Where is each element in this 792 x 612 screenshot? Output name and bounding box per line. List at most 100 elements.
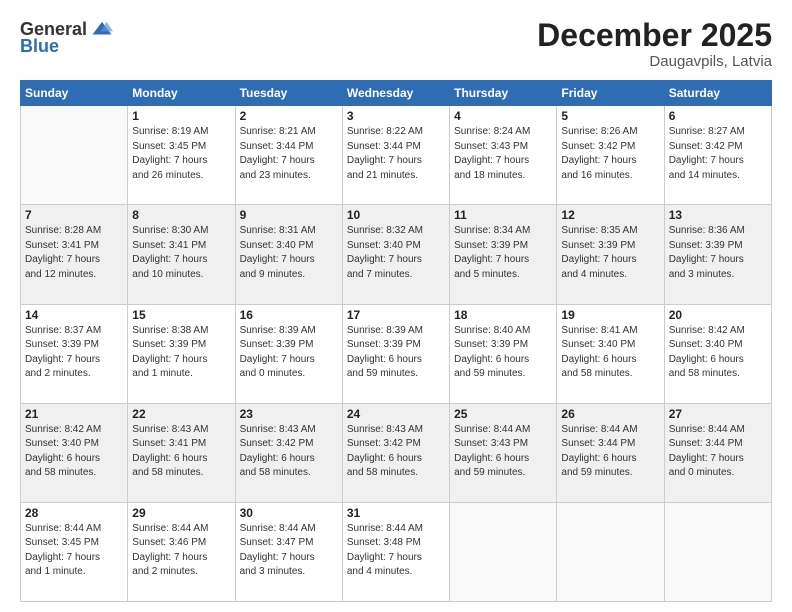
table-row: 23 Sunrise: 8:43 AMSunset: 3:42 PMDayligh… (235, 403, 342, 502)
col-thursday: Thursday (450, 81, 557, 106)
table-row (21, 106, 128, 205)
day-info: Sunrise: 8:27 AMSunset: 3:42 PMDaylight:… (669, 125, 767, 183)
table-row: 16 Sunrise: 8:39 AMSunset: 3:39 PMDayligh… (235, 304, 342, 403)
day-number: 25 (454, 407, 552, 421)
table-row (664, 502, 771, 601)
header: General Blue December 2025 Daugavpils, L… (20, 18, 772, 70)
col-sunday: Sunday (21, 81, 128, 106)
calendar-week-row: 7 Sunrise: 8:28 AMSunset: 3:41 PMDaylight… (21, 205, 772, 304)
calendar-week-row: 1Sunrise: 8:19 AMSunset: 3:45 PMDaylight… (21, 106, 772, 205)
day-number: 8 (132, 208, 230, 222)
day-number: 9 (240, 208, 338, 222)
table-row: 29 Sunrise: 8:44 AMSunset: 3:46 PMDayligh… (128, 502, 235, 601)
table-row: 21 Sunrise: 8:42 AMSunset: 3:40 PMDayligh… (21, 403, 128, 502)
day-info: Sunrise: 8:44 AMSunset: 3:44 PMDaylight:… (669, 423, 767, 481)
table-row: 17 Sunrise: 8:39 AMSunset: 3:39 PMDayligh… (342, 304, 449, 403)
day-info: Sunrise: 8:42 AMSunset: 3:40 PMDaylight:… (669, 324, 767, 382)
day-number: 16 (240, 308, 338, 322)
col-tuesday: Tuesday (235, 81, 342, 106)
day-number: 14 (25, 308, 123, 322)
table-row: 4 Sunrise: 8:24 AMSunset: 3:43 PMDaylight… (450, 106, 557, 205)
day-info: Sunrise: 8:34 AMSunset: 3:39 PMDaylight:… (454, 224, 552, 282)
day-info: Sunrise: 8:43 AMSunset: 3:42 PMDaylight:… (240, 423, 338, 481)
table-row: 7 Sunrise: 8:28 AMSunset: 3:41 PMDaylight… (21, 205, 128, 304)
calendar-week-row: 14 Sunrise: 8:37 AMSunset: 3:39 PMDayligh… (21, 304, 772, 403)
calendar-header-row: Sunday Monday Tuesday Wednesday Thursday… (21, 81, 772, 106)
table-row: 8Sunrise: 8:30 AMSunset: 3:41 PMDaylight… (128, 205, 235, 304)
table-row: 1Sunrise: 8:19 AMSunset: 3:45 PMDaylight… (128, 106, 235, 205)
day-number: 15 (132, 308, 230, 322)
day-info: Sunrise: 8:44 AMSunset: 3:47 PMDaylight:… (240, 522, 338, 580)
table-row: 31 Sunrise: 8:44 AMSunset: 3:48 PMDayligh… (342, 502, 449, 601)
day-number: 21 (25, 407, 123, 421)
day-number: 22 (132, 407, 230, 421)
day-info: Sunrise: 8:42 AMSunset: 3:40 PMDaylight:… (25, 423, 123, 481)
day-number: 13 (669, 208, 767, 222)
table-row: 13 Sunrise: 8:36 AMSunset: 3:39 PMDayligh… (664, 205, 771, 304)
day-info: Sunrise: 8:43 AMSunset: 3:42 PMDaylight:… (347, 423, 445, 481)
table-row: 20 Sunrise: 8:42 AMSunset: 3:40 PMDayligh… (664, 304, 771, 403)
day-number: 29 (132, 506, 230, 520)
day-number: 11 (454, 208, 552, 222)
day-info: Sunrise: 8:35 AMSunset: 3:39 PMDaylight:… (561, 224, 659, 282)
day-info: Sunrise: 8:43 AMSunset: 3:41 PMDaylight:… (132, 423, 230, 481)
table-row: 28 Sunrise: 8:44 AMSunset: 3:45 PMDayligh… (21, 502, 128, 601)
title-block: December 2025 Daugavpils, Latvia (537, 18, 772, 70)
day-info: Sunrise: 8:24 AMSunset: 3:43 PMDaylight:… (454, 125, 552, 183)
table-row: 26Sunrise: 8:44 AMSunset: 3:44 PMDayligh… (557, 403, 664, 502)
day-info: Sunrise: 8:39 AMSunset: 3:39 PMDaylight:… (240, 324, 338, 382)
day-info: Sunrise: 8:28 AMSunset: 3:41 PMDaylight:… (25, 224, 123, 282)
day-number: 12 (561, 208, 659, 222)
day-number: 23 (240, 407, 338, 421)
day-info: Sunrise: 8:39 AMSunset: 3:39 PMDaylight:… (347, 324, 445, 382)
day-number: 7 (25, 208, 123, 222)
table-row: 9Sunrise: 8:31 AMSunset: 3:40 PMDaylight… (235, 205, 342, 304)
day-info: Sunrise: 8:44 AMSunset: 3:46 PMDaylight:… (132, 522, 230, 580)
location: Daugavpils, Latvia (537, 53, 772, 70)
table-row: 18 Sunrise: 8:40 AMSunset: 3:39 PMDayligh… (450, 304, 557, 403)
day-info: Sunrise: 8:44 AMSunset: 3:43 PMDaylight:… (454, 423, 552, 481)
table-row: 11 Sunrise: 8:34 AMSunset: 3:39 PMDayligh… (450, 205, 557, 304)
day-number: 19 (561, 308, 659, 322)
day-number: 10 (347, 208, 445, 222)
day-number: 17 (347, 308, 445, 322)
day-number: 24 (347, 407, 445, 421)
day-number: 28 (25, 506, 123, 520)
col-wednesday: Wednesday (342, 81, 449, 106)
day-info: Sunrise: 8:26 AMSunset: 3:42 PMDaylight:… (561, 125, 659, 183)
table-row: 2Sunrise: 8:21 AMSunset: 3:44 PMDaylight… (235, 106, 342, 205)
table-row: 14 Sunrise: 8:37 AMSunset: 3:39 PMDayligh… (21, 304, 128, 403)
logo-icon (91, 18, 113, 40)
day-number: 5 (561, 109, 659, 123)
day-info: Sunrise: 8:36 AMSunset: 3:39 PMDaylight:… (669, 224, 767, 282)
day-number: 6 (669, 109, 767, 123)
day-info: Sunrise: 8:44 AMSunset: 3:48 PMDaylight:… (347, 522, 445, 580)
day-number: 30 (240, 506, 338, 520)
table-row: 12 Sunrise: 8:35 AMSunset: 3:39 PMDayligh… (557, 205, 664, 304)
table-row (557, 502, 664, 601)
day-info: Sunrise: 8:44 AMSunset: 3:45 PMDaylight:… (25, 522, 123, 580)
calendar-table: Sunday Monday Tuesday Wednesday Thursday… (20, 80, 772, 602)
day-number: 20 (669, 308, 767, 322)
day-number: 1 (132, 109, 230, 123)
day-number: 18 (454, 308, 552, 322)
day-number: 2 (240, 109, 338, 123)
day-number: 31 (347, 506, 445, 520)
day-number: 3 (347, 109, 445, 123)
table-row: 22 Sunrise: 8:43 AMSunset: 3:41 PMDayligh… (128, 403, 235, 502)
page: General Blue December 2025 Daugavpils, L… (0, 0, 792, 612)
day-info: Sunrise: 8:37 AMSunset: 3:39 PMDaylight:… (25, 324, 123, 382)
table-row: 3Sunrise: 8:22 AMSunset: 3:44 PMDaylight… (342, 106, 449, 205)
day-info: Sunrise: 8:32 AMSunset: 3:40 PMDaylight:… (347, 224, 445, 282)
day-info: Sunrise: 8:41 AMSunset: 3:40 PMDaylight:… (561, 324, 659, 382)
calendar-week-row: 28 Sunrise: 8:44 AMSunset: 3:45 PMDayligh… (21, 502, 772, 601)
table-row: 19 Sunrise: 8:41 AMSunset: 3:40 PMDayligh… (557, 304, 664, 403)
logo: General Blue (20, 18, 113, 57)
day-number: 4 (454, 109, 552, 123)
col-friday: Friday (557, 81, 664, 106)
day-info: Sunrise: 8:38 AMSunset: 3:39 PMDaylight:… (132, 324, 230, 382)
col-monday: Monday (128, 81, 235, 106)
day-info: Sunrise: 8:40 AMSunset: 3:39 PMDaylight:… (454, 324, 552, 382)
table-row (450, 502, 557, 601)
day-info: Sunrise: 8:44 AMSunset: 3:44 PMDaylight:… (561, 423, 659, 481)
